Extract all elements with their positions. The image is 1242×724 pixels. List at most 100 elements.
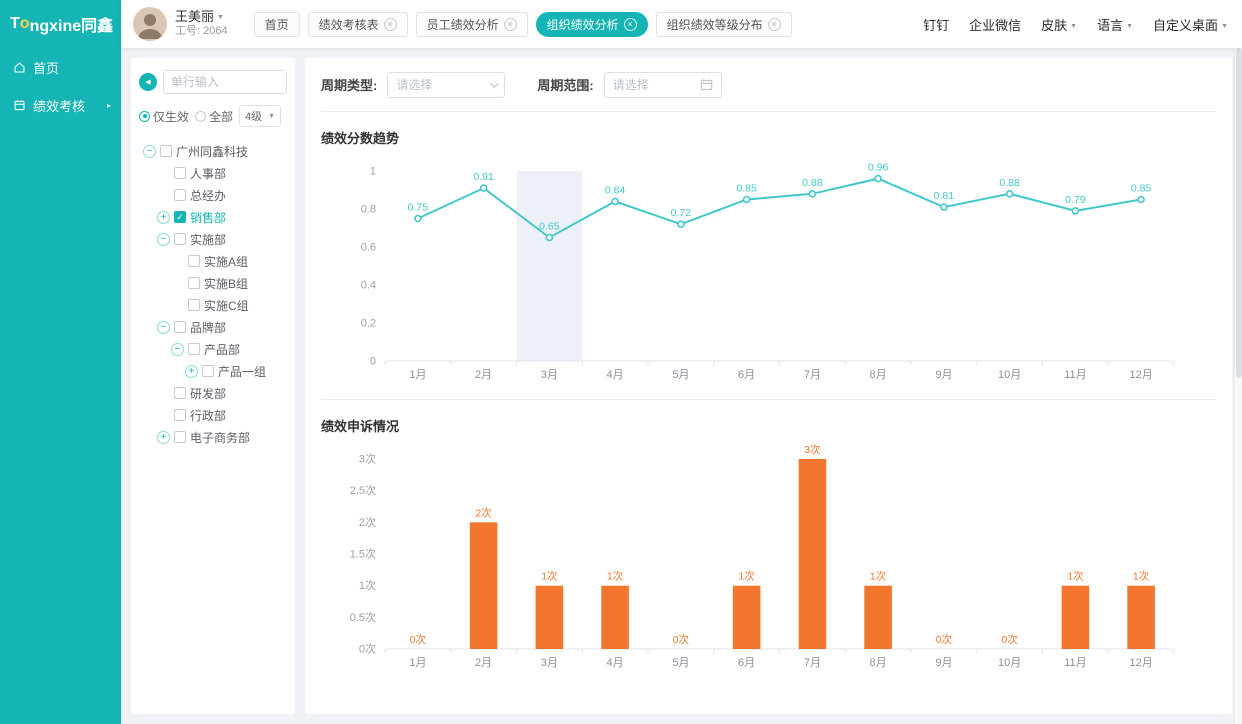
tree-node-7[interactable]: 实施C组 bbox=[139, 294, 287, 316]
tree-node-13[interactable]: +电子商务部 bbox=[139, 426, 287, 448]
data-point[interactable] bbox=[941, 204, 947, 210]
bar-value-label: 1次 bbox=[607, 570, 624, 583]
checkbox[interactable] bbox=[188, 343, 200, 355]
data-point[interactable] bbox=[546, 235, 552, 241]
tree-node-9[interactable]: −产品部 bbox=[139, 338, 287, 360]
expand-icon[interactable]: + bbox=[185, 365, 198, 378]
data-point[interactable] bbox=[481, 185, 487, 191]
period-type-select[interactable]: 请选择 bbox=[387, 72, 505, 98]
checkbox[interactable] bbox=[174, 409, 186, 421]
sidebar-item-0[interactable]: 首页 bbox=[0, 48, 121, 86]
performance-score-trend-chart[interactable]: 00.20.40.60.811月2月3月4月5月6月7月8月9月10月11月12… bbox=[321, 151, 1216, 389]
tree-node-0[interactable]: −广州同鑫科技 bbox=[139, 140, 287, 162]
scrollbar-thumb[interactable] bbox=[1236, 48, 1242, 378]
collapse-icon[interactable]: − bbox=[171, 343, 184, 356]
header-link-0[interactable]: 钉钉 bbox=[923, 15, 949, 34]
data-point[interactable] bbox=[1072, 208, 1078, 214]
close-icon[interactable]: × bbox=[504, 18, 517, 31]
checkbox[interactable] bbox=[174, 167, 186, 179]
checkbox[interactable] bbox=[174, 387, 186, 399]
close-icon[interactable]: × bbox=[624, 18, 637, 31]
bar[interactable] bbox=[1062, 586, 1090, 649]
data-point[interactable] bbox=[875, 176, 881, 182]
tab-0[interactable]: 首页 bbox=[254, 12, 300, 37]
logo-text: T bbox=[10, 15, 20, 33]
bar[interactable] bbox=[601, 586, 629, 649]
checkbox[interactable] bbox=[188, 299, 200, 311]
checkbox[interactable] bbox=[202, 365, 214, 377]
checkbox[interactable] bbox=[188, 277, 200, 289]
tab-2[interactable]: 员工绩效分析× bbox=[416, 12, 528, 37]
x-tick-label: 1月 bbox=[409, 369, 426, 381]
data-point[interactable] bbox=[1138, 197, 1144, 203]
x-tick-label: 11月 bbox=[1064, 657, 1086, 669]
y-tick-label: 0.6 bbox=[361, 242, 376, 254]
period-range-picker[interactable]: 请选择 bbox=[604, 72, 722, 98]
data-point[interactable] bbox=[678, 221, 684, 227]
tree-node-8[interactable]: − 品牌部 bbox=[139, 316, 287, 338]
tab-3[interactable]: 组织绩效分析× bbox=[536, 12, 648, 37]
collapse-panel-button[interactable]: ◀ bbox=[139, 73, 157, 91]
tree-node-2[interactable]: 总经办 bbox=[139, 184, 287, 206]
bar[interactable] bbox=[470, 522, 498, 649]
radio-option-1[interactable]: 全部 bbox=[195, 108, 233, 125]
expand-icon[interactable]: + bbox=[157, 431, 170, 444]
tree-node-1[interactable]: 人事部 bbox=[139, 162, 287, 184]
tree-node-3[interactable]: +✓销售部 bbox=[139, 206, 287, 228]
x-tick-label: 5月 bbox=[672, 657, 689, 669]
header-link-3[interactable]: 语言▼ bbox=[1097, 15, 1133, 34]
close-icon[interactable]: × bbox=[384, 18, 397, 31]
data-point[interactable] bbox=[1007, 191, 1013, 197]
collapse-icon[interactable]: − bbox=[157, 233, 170, 246]
collapse-icon[interactable]: − bbox=[157, 321, 170, 334]
bar[interactable] bbox=[1127, 586, 1155, 649]
header-link-4[interactable]: 自定义桌面▼ bbox=[1153, 15, 1228, 34]
data-point[interactable] bbox=[612, 198, 618, 204]
user-avatar[interactable] bbox=[133, 7, 167, 41]
radio-option-0[interactable]: 仅生效 bbox=[139, 108, 189, 125]
sidebar-item-1[interactable]: 绩效考核▸ bbox=[0, 86, 121, 124]
brand-logo[interactable]: Tongxine同鑫 bbox=[0, 0, 121, 48]
tree-node-label: 实施部 bbox=[190, 231, 226, 248]
tree-node-10[interactable]: +产品一组 bbox=[139, 360, 287, 382]
checkbox[interactable] bbox=[174, 189, 186, 201]
data-point[interactable] bbox=[415, 216, 421, 222]
data-point[interactable] bbox=[744, 197, 750, 203]
y-tick-label: 2.5次 bbox=[350, 483, 376, 497]
sidebar-item-label: 首页 bbox=[33, 58, 59, 77]
x-tick-label: 6月 bbox=[738, 657, 755, 669]
tree-node-12[interactable]: 行政部 bbox=[139, 404, 287, 426]
tree-node-4[interactable]: − 实施部 bbox=[139, 228, 287, 250]
checkbox[interactable] bbox=[174, 431, 186, 443]
checkbox[interactable] bbox=[174, 321, 186, 333]
expand-icon[interactable]: + bbox=[157, 211, 170, 224]
bar-value-label: 1次 bbox=[541, 570, 558, 583]
checkbox[interactable] bbox=[160, 145, 172, 157]
scrollbar[interactable] bbox=[1234, 0, 1242, 724]
tree-node-label: 品牌部 bbox=[190, 319, 226, 336]
bar[interactable] bbox=[864, 586, 892, 649]
checkbox[interactable] bbox=[188, 255, 200, 267]
tree-filter-row: 仅生效全部 4级▼ bbox=[139, 105, 287, 127]
bar[interactable] bbox=[799, 459, 827, 649]
y-tick-label: 3次 bbox=[359, 452, 376, 466]
checkbox[interactable]: ✓ bbox=[174, 211, 186, 223]
bar-value-label: 3次 bbox=[804, 443, 821, 456]
org-search-input[interactable] bbox=[163, 70, 287, 94]
close-icon[interactable]: × bbox=[768, 18, 781, 31]
tree-node-6[interactable]: 实施B组 bbox=[139, 272, 287, 294]
bar[interactable] bbox=[733, 586, 761, 649]
performance-appeal-chart[interactable]: 0次0.5次1次1.5次2次2.5次3次1月2月3月4月5月6月7月8月9月10… bbox=[321, 439, 1216, 677]
data-point[interactable] bbox=[809, 191, 815, 197]
tab-1[interactable]: 绩效考核表× bbox=[308, 12, 408, 37]
header-link-1[interactable]: 企业微信 bbox=[969, 15, 1021, 34]
tree-node-11[interactable]: 研发部 bbox=[139, 382, 287, 404]
user-info[interactable]: 王美丽▼ 工号: 2064 bbox=[175, 9, 228, 39]
tree-node-5[interactable]: 实施A组 bbox=[139, 250, 287, 272]
level-select[interactable]: 4级▼ bbox=[239, 105, 281, 127]
checkbox[interactable] bbox=[174, 233, 186, 245]
tab-4[interactable]: 组织绩效等级分布× bbox=[656, 12, 792, 37]
bar[interactable] bbox=[536, 586, 564, 649]
collapse-icon[interactable]: − bbox=[143, 145, 156, 158]
header-link-2[interactable]: 皮肤▼ bbox=[1041, 15, 1077, 34]
